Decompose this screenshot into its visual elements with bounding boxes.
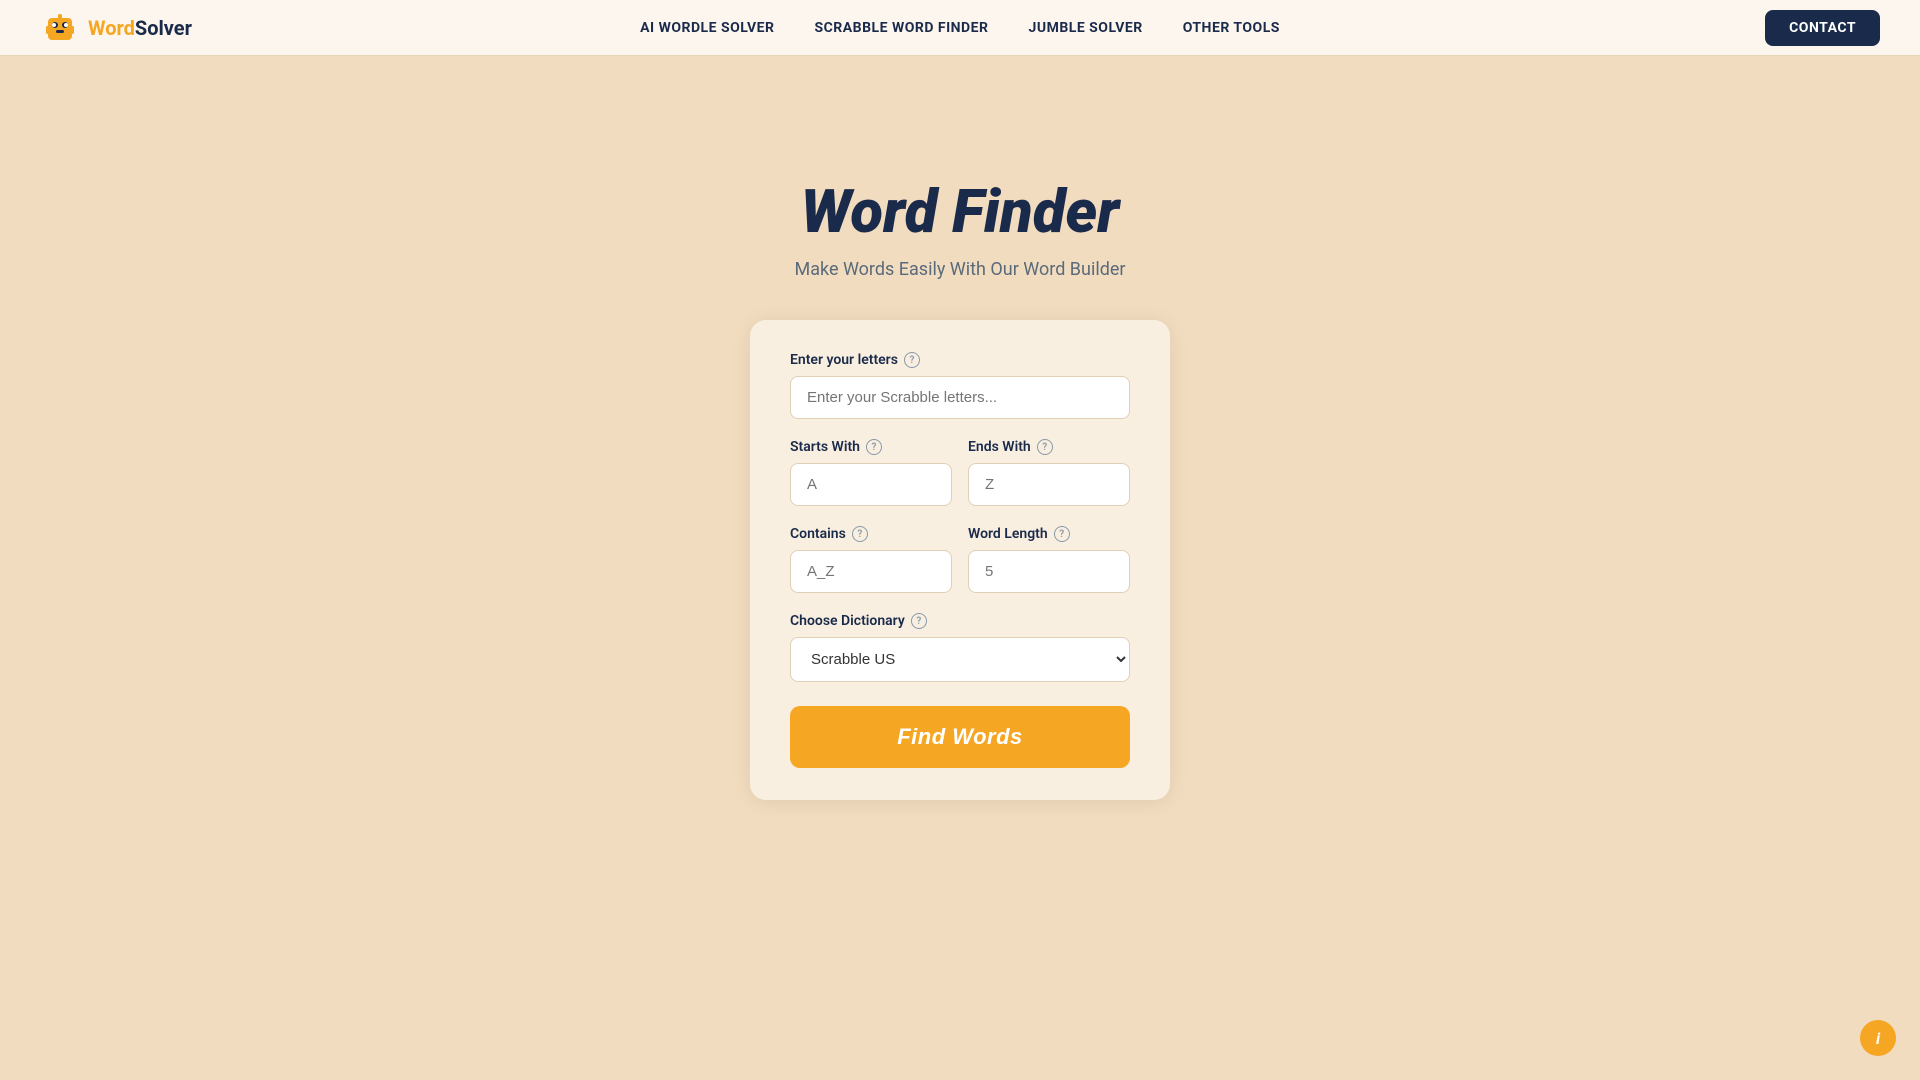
ends-with-input[interactable] bbox=[968, 463, 1130, 506]
letters-input[interactable] bbox=[790, 376, 1130, 419]
main-content: Word Finder Make Words Easily With Our W… bbox=[0, 56, 1920, 800]
find-words-button[interactable]: Find Words bbox=[790, 706, 1130, 768]
dictionary-help-icon[interactable]: ? bbox=[911, 613, 927, 629]
nav-jumble[interactable]: JUMBLE SOLVER bbox=[1029, 20, 1143, 36]
word-length-field-group: Word Length ? bbox=[968, 526, 1130, 593]
logo-icon bbox=[40, 8, 80, 48]
starts-with-help-icon[interactable]: ? bbox=[866, 439, 882, 455]
nav-other-tools[interactable]: OTHER TOOLS bbox=[1183, 20, 1280, 36]
dictionary-field-group: Choose Dictionary ? Scrabble US Scrabble… bbox=[790, 613, 1130, 682]
word-length-help-icon[interactable]: ? bbox=[1054, 526, 1070, 542]
contact-button[interactable]: CONTACT bbox=[1765, 10, 1880, 46]
letters-help-icon[interactable]: ? bbox=[904, 352, 920, 368]
page-subtitle: Make Words Easily With Our Word Builder bbox=[795, 259, 1126, 280]
header: WordSolver AI WORDLE SOLVER SCRABBLE WOR… bbox=[0, 0, 1920, 56]
info-button[interactable]: i bbox=[1860, 1020, 1896, 1056]
main-nav: AI WORDLE SOLVER SCRABBLE WORD FINDER JU… bbox=[640, 20, 1280, 36]
logo-text: WordSolver bbox=[88, 16, 192, 40]
word-finder-form: Enter your letters ? Starts With ? Ends … bbox=[750, 320, 1170, 800]
word-length-input[interactable] bbox=[968, 550, 1130, 593]
contains-label: Contains ? bbox=[790, 526, 952, 542]
starts-with-input[interactable] bbox=[790, 463, 952, 506]
starts-with-label: Starts With ? bbox=[790, 439, 952, 455]
logo[interactable]: WordSolver bbox=[40, 8, 192, 48]
letters-label: Enter your letters ? bbox=[790, 352, 1130, 368]
page-title: Word Finder bbox=[801, 176, 1120, 247]
dictionary-label: Choose Dictionary ? bbox=[790, 613, 1130, 629]
starts-with-field-group: Starts With ? bbox=[790, 439, 952, 506]
ends-with-field-group: Ends With ? bbox=[968, 439, 1130, 506]
ends-with-label: Ends With ? bbox=[968, 439, 1130, 455]
starts-ends-row: Starts With ? Ends With ? bbox=[790, 439, 1130, 506]
contains-length-row: Contains ? Word Length ? bbox=[790, 526, 1130, 593]
contains-help-icon[interactable]: ? bbox=[852, 526, 868, 542]
letters-field-group: Enter your letters ? bbox=[790, 352, 1130, 419]
dictionary-select[interactable]: Scrabble US Scrabble UK Words With Frien… bbox=[790, 637, 1130, 682]
ends-with-help-icon[interactable]: ? bbox=[1037, 439, 1053, 455]
word-length-label: Word Length ? bbox=[968, 526, 1130, 542]
nav-ai-wordle[interactable]: AI WORDLE SOLVER bbox=[640, 20, 774, 36]
nav-scrabble[interactable]: SCRABBLE WORD FINDER bbox=[815, 20, 989, 36]
contains-input[interactable] bbox=[790, 550, 952, 593]
contains-field-group: Contains ? bbox=[790, 526, 952, 593]
